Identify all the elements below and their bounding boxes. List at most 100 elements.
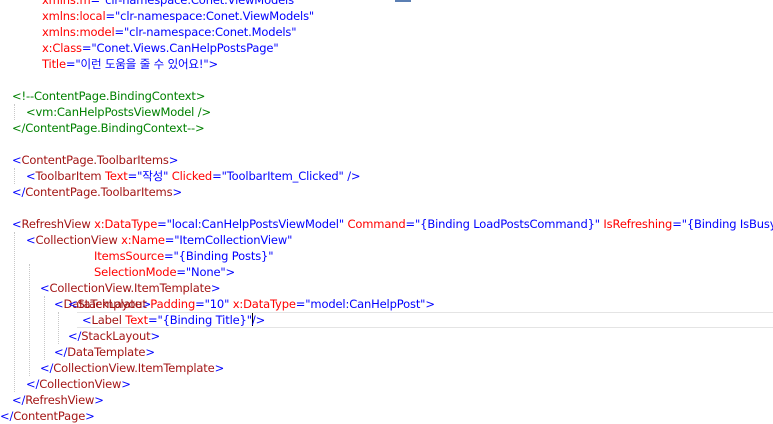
code-token-punctuation: <: [82, 313, 92, 327]
code-token-tag: CollectionView: [39, 377, 122, 391]
text-caret: [251, 313, 253, 326]
code-token-attribute: xmlns:m: [42, 0, 91, 7]
code-token-punctuation: </: [54, 345, 68, 359]
code-token-value: />: [251, 313, 266, 327]
code-token-attribute: ItemsSource: [94, 249, 165, 263]
code-token-attribute: Clicked: [168, 169, 213, 183]
code-token-value: ="local:CanHelpPostsViewModel": [157, 217, 344, 231]
code-token-punctuation: </: [68, 329, 82, 343]
code-token-punctuation: </: [40, 361, 54, 375]
code-token-punctuation: <: [12, 217, 22, 231]
code-token-value: ="{Binding LoadPostsCommand}": [405, 217, 601, 231]
code-token-punctuation: >: [150, 329, 161, 343]
code-line[interactable]: <ToolbarItem Text="작성" Clicked="ToolbarI…: [26, 168, 361, 184]
code-token-value: ="Conet.Views.CanHelpPostsPage": [81, 41, 279, 55]
code-token-attribute: IsRefreshing: [599, 217, 673, 231]
code-token-attribute: x:DataType: [90, 217, 158, 231]
code-token-attribute: Command: [343, 217, 406, 231]
code-token-value: ="None">: [176, 265, 236, 279]
code-token-punctuation: </: [12, 185, 26, 199]
code-line[interactable]: <ContentPage.ToolbarItems>: [12, 152, 178, 168]
code-token-value: ="clr-namespace:Conet.ViewModels": [105, 9, 315, 23]
code-line[interactable]: </CollectionView.ItemTemplate>: [40, 360, 224, 376]
code-token-attribute: Title: [42, 57, 66, 71]
code-token-tag: ToolbarItem: [35, 169, 102, 183]
code-line[interactable]: </RefreshView>: [12, 392, 104, 408]
code-token-attribute: xmlns:model: [42, 25, 115, 39]
code-token-value: ="model:CanHelpPost">: [295, 297, 435, 311]
code-line[interactable]: xmlns:local="clr-namespace:Conet.ViewMod…: [42, 8, 314, 24]
code-token-value: ="{Binding Posts}": [164, 249, 274, 263]
code-token-value: ="작성": [127, 169, 169, 183]
code-line[interactable]: </ContentPage.BindingContext-->: [12, 120, 205, 136]
code-token-value: ="10": [195, 297, 230, 311]
code-token-punctuation: </: [12, 393, 26, 407]
code-token-punctuation: >: [145, 345, 155, 359]
code-token-tag: RefreshView: [25, 393, 95, 407]
code-token-tag: ContentPage.ToolbarItems: [21, 153, 169, 167]
code-token-tag: ContentPage.ToolbarItems: [25, 185, 173, 199]
code-line[interactable]: <RefreshView x:DataType="local:CanHelpPo…: [12, 216, 773, 232]
code-token-value: ="{Binding Title}": [147, 313, 252, 327]
scroll-marker: [395, 0, 411, 2]
indent-guide: [44, 296, 45, 360]
code-line[interactable]: <vm:CanHelpPostsViewModel />: [26, 104, 211, 120]
code-line[interactable]: xmlns:m="clr-namespace:Conet.ViewModels": [42, 0, 299, 8]
code-line[interactable]: x:Class="Conet.Views.CanHelpPostsPage": [42, 40, 279, 56]
code-token-punctuation: >: [121, 377, 131, 391]
code-line[interactable]: xmlns:model="clr-namespace:Conet.Models": [42, 24, 297, 40]
code-token-tag: StackLayout: [77, 297, 147, 311]
code-token-attribute: Text: [101, 169, 128, 183]
code-line[interactable]: <Label Text="{Binding Title}"/>: [82, 312, 265, 328]
code-token-attribute: Text: [121, 313, 148, 327]
code-token-value: ="clr-namespace:Conet.Models": [114, 25, 297, 39]
code-token-punctuation: </: [0, 409, 14, 423]
code-token-attribute: SelectionMode: [94, 265, 177, 279]
code-token-tag: StackLayout: [81, 329, 151, 343]
code-token-tag: ContentPage: [13, 409, 86, 423]
code-token-punctuation: >: [210, 281, 221, 295]
code-line[interactable]: <!--ContentPage.BindingContext>: [12, 88, 205, 104]
code-token-value: ="이런 도움을 줄 수 있어요!">: [65, 57, 218, 71]
code-token-value: ="ItemCollectionView": [164, 233, 293, 247]
code-token-punctuation: >: [85, 409, 95, 423]
code-line[interactable]: SelectionMode="None">: [94, 264, 235, 280]
code-token-attribute: Padding: [146, 297, 196, 311]
code-token-attribute: x:Class: [42, 41, 82, 55]
indent-guide: [14, 104, 15, 120]
code-token-punctuation: >: [214, 361, 225, 375]
code-token-punctuation: <: [12, 153, 22, 167]
code-token-attribute: x:DataType: [229, 297, 296, 311]
xaml-code-editor[interactable]: xmlns:m="clr-namespace:Conet.ViewModels"…: [0, 0, 773, 424]
code-line[interactable]: <StackLayout Padding="10" x:DataType="mo…: [68, 296, 435, 312]
code-token-punctuation: <: [26, 233, 36, 247]
code-token-tag: RefreshView: [21, 217, 91, 231]
code-line[interactable]: </ContentPage.ToolbarItems>: [12, 184, 182, 200]
code-token-value: ="ToolbarItem_Clicked" />: [212, 169, 361, 183]
code-line[interactable]: <CollectionView x:Name="ItemCollectionVi…: [26, 232, 292, 248]
code-token-value: ="{Binding IsBusy, Mode=Tw: [672, 217, 773, 231]
code-token-punctuation: >: [168, 153, 179, 167]
code-token-tag: CollectionView.ItemTemplate: [49, 281, 212, 295]
code-token-comment: </ContentPage.BindingContext-->: [12, 121, 205, 135]
code-line[interactable]: </CollectionView>: [26, 376, 131, 392]
code-token-value: ="clr-namespace:Conet.ViewModels": [90, 0, 300, 7]
code-token-punctuation: >: [172, 185, 182, 199]
code-token-attribute: x:Name: [117, 233, 165, 247]
code-token-punctuation: >: [94, 393, 104, 407]
code-token-comment: <!--ContentPage.BindingContext>: [12, 89, 206, 103]
code-token-comment: <vm:CanHelpPostsViewModel />: [26, 105, 211, 119]
code-token-punctuation: <: [68, 297, 78, 311]
code-token-tag: CollectionView.ItemTemplate: [53, 361, 215, 375]
code-line[interactable]: </StackLayout>: [68, 328, 160, 344]
code-token-tag: Label: [91, 313, 122, 327]
code-line[interactable]: </ContentPage>: [0, 408, 95, 424]
code-line[interactable]: </DataTemplate>: [54, 344, 155, 360]
indent-guide: [14, 168, 15, 184]
code-line[interactable]: ItemsSource="{Binding Posts}": [94, 248, 274, 264]
code-token-tag: CollectionView: [35, 233, 118, 247]
code-line[interactable]: <CollectionView.ItemTemplate>: [40, 280, 221, 296]
code-line[interactable]: Title="이런 도움을 줄 수 있어요!">: [42, 56, 218, 72]
code-token-tag: DataTemplate: [67, 345, 146, 359]
code-token-attribute: xmlns:local: [42, 9, 106, 23]
